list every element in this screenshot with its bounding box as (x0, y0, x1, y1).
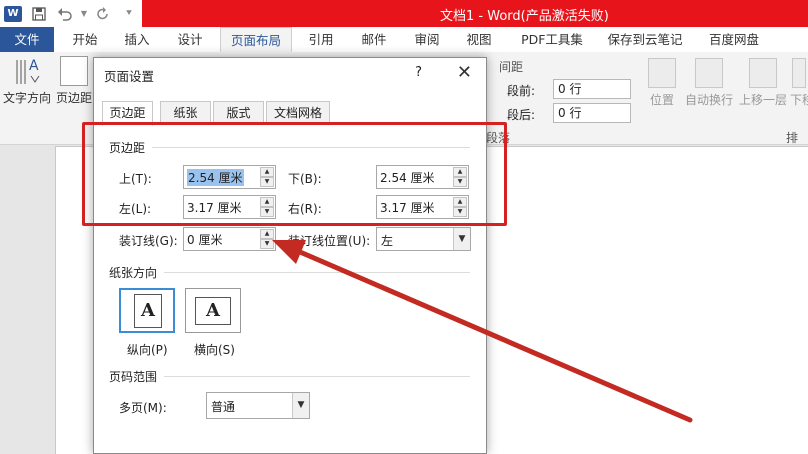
save-icon[interactable] (26, 0, 52, 27)
orientation-section-title: 纸张方向 (109, 266, 158, 280)
tab-design[interactable]: 设计 (167, 27, 213, 52)
space-after-label: 段后: (507, 108, 536, 122)
position-button[interactable]: 位置 (644, 58, 680, 108)
svg-text:A: A (29, 58, 39, 74)
margins-highlight-box (82, 122, 507, 226)
orientation-section-rule (164, 272, 470, 273)
ribbon-tabs: 文件 开始 插入 设计 页面布局 引用 邮件 审阅 视图 PDF工具集 保存到云… (0, 27, 808, 52)
tab-home[interactable]: 开始 (62, 27, 108, 52)
landscape-page-icon: A (195, 297, 231, 325)
space-after-input[interactable]: 0 行 (553, 103, 631, 123)
tab-page-layout[interactable]: 页面布局 (220, 27, 292, 52)
landscape-label: 横向(S) (194, 343, 235, 357)
tab-review[interactable]: 审阅 (404, 27, 450, 52)
chevron-down-icon: ▼ (292, 393, 309, 418)
title-bar: W ▼ ⯆ 文档1 - Word(产品激活失败) (0, 0, 808, 27)
dialog-title: 页面设置 (104, 69, 155, 84)
tab-save-to-cloud-notes[interactable]: 保存到云笔记 (600, 27, 690, 52)
portrait-option[interactable]: A (119, 288, 175, 333)
tab-mailings[interactable]: 邮件 (351, 27, 397, 52)
page-setup-dialog: 页面设置 ? ✕ 页边距 纸张 版式 文档网格 页边距 上(T): 2.54 厘… (93, 57, 487, 454)
pages-section-title: 页码范围 (109, 370, 158, 384)
send-backward-button[interactable]: 下移 (790, 58, 808, 108)
portrait-page-icon: A (134, 294, 162, 328)
undo-icon[interactable] (52, 0, 78, 27)
gutter-position-label: 装订线位置(U): (288, 234, 371, 248)
tab-insert[interactable]: 插入 (114, 27, 160, 52)
bring-forward-icon (749, 58, 777, 88)
position-icon (648, 58, 676, 88)
space-before-label: 段前: (507, 84, 536, 98)
margins-button[interactable]: 页边距 (54, 56, 94, 106)
redo-icon[interactable] (90, 0, 116, 27)
tab-references[interactable]: 引用 (298, 27, 344, 52)
bring-forward-button[interactable]: 上移一层 (736, 58, 790, 108)
tab-pdf-tools[interactable]: PDF工具集 (510, 27, 594, 52)
spacing-group-label: 间距 (499, 60, 524, 74)
close-button[interactable]: ✕ (457, 62, 472, 83)
gutter-label: 装订线(G): (119, 234, 178, 248)
word-logo: W (0, 0, 26, 27)
margins-icon (60, 56, 88, 86)
tab-file[interactable]: 文件 (0, 27, 54, 52)
landscape-option[interactable]: A (185, 288, 241, 333)
portrait-label: 纵向(P) (127, 343, 168, 357)
multiple-pages-label: 多页(M): (119, 401, 167, 415)
gutter-position-select[interactable]: 左 ▼ (376, 227, 471, 251)
chevron-down-icon: ▼ (453, 228, 470, 250)
space-before-input[interactable]: 0 行 (553, 79, 631, 99)
tab-baidu-netdisk[interactable]: 百度网盘 (698, 27, 770, 52)
customize-toolbar-icon[interactable]: ⯆ (116, 0, 142, 27)
text-direction-icon: A (13, 56, 41, 86)
pages-section-rule (164, 376, 470, 377)
quick-access-toolbar: W ▼ ⯆ (0, 0, 142, 27)
multiple-pages-select[interactable]: 普通 ▼ (206, 392, 310, 419)
text-direction-button[interactable]: A 文字方向 (2, 56, 52, 106)
window-title: 文档1 - Word(产品激活失败) (440, 9, 609, 24)
wrap-text-button[interactable]: 自动换行 (683, 58, 735, 108)
gutter-stepper[interactable]: ▲ ▼ (260, 229, 274, 249)
tab-view[interactable]: 视图 (456, 27, 502, 52)
undo-dropdown-icon[interactable]: ▼ (78, 0, 90, 27)
wrap-text-icon (695, 58, 723, 88)
gutter-input[interactable]: 0 厘米 ▲ ▼ (183, 227, 276, 251)
help-button[interactable]: ? (415, 65, 422, 80)
send-backward-icon (792, 58, 806, 88)
